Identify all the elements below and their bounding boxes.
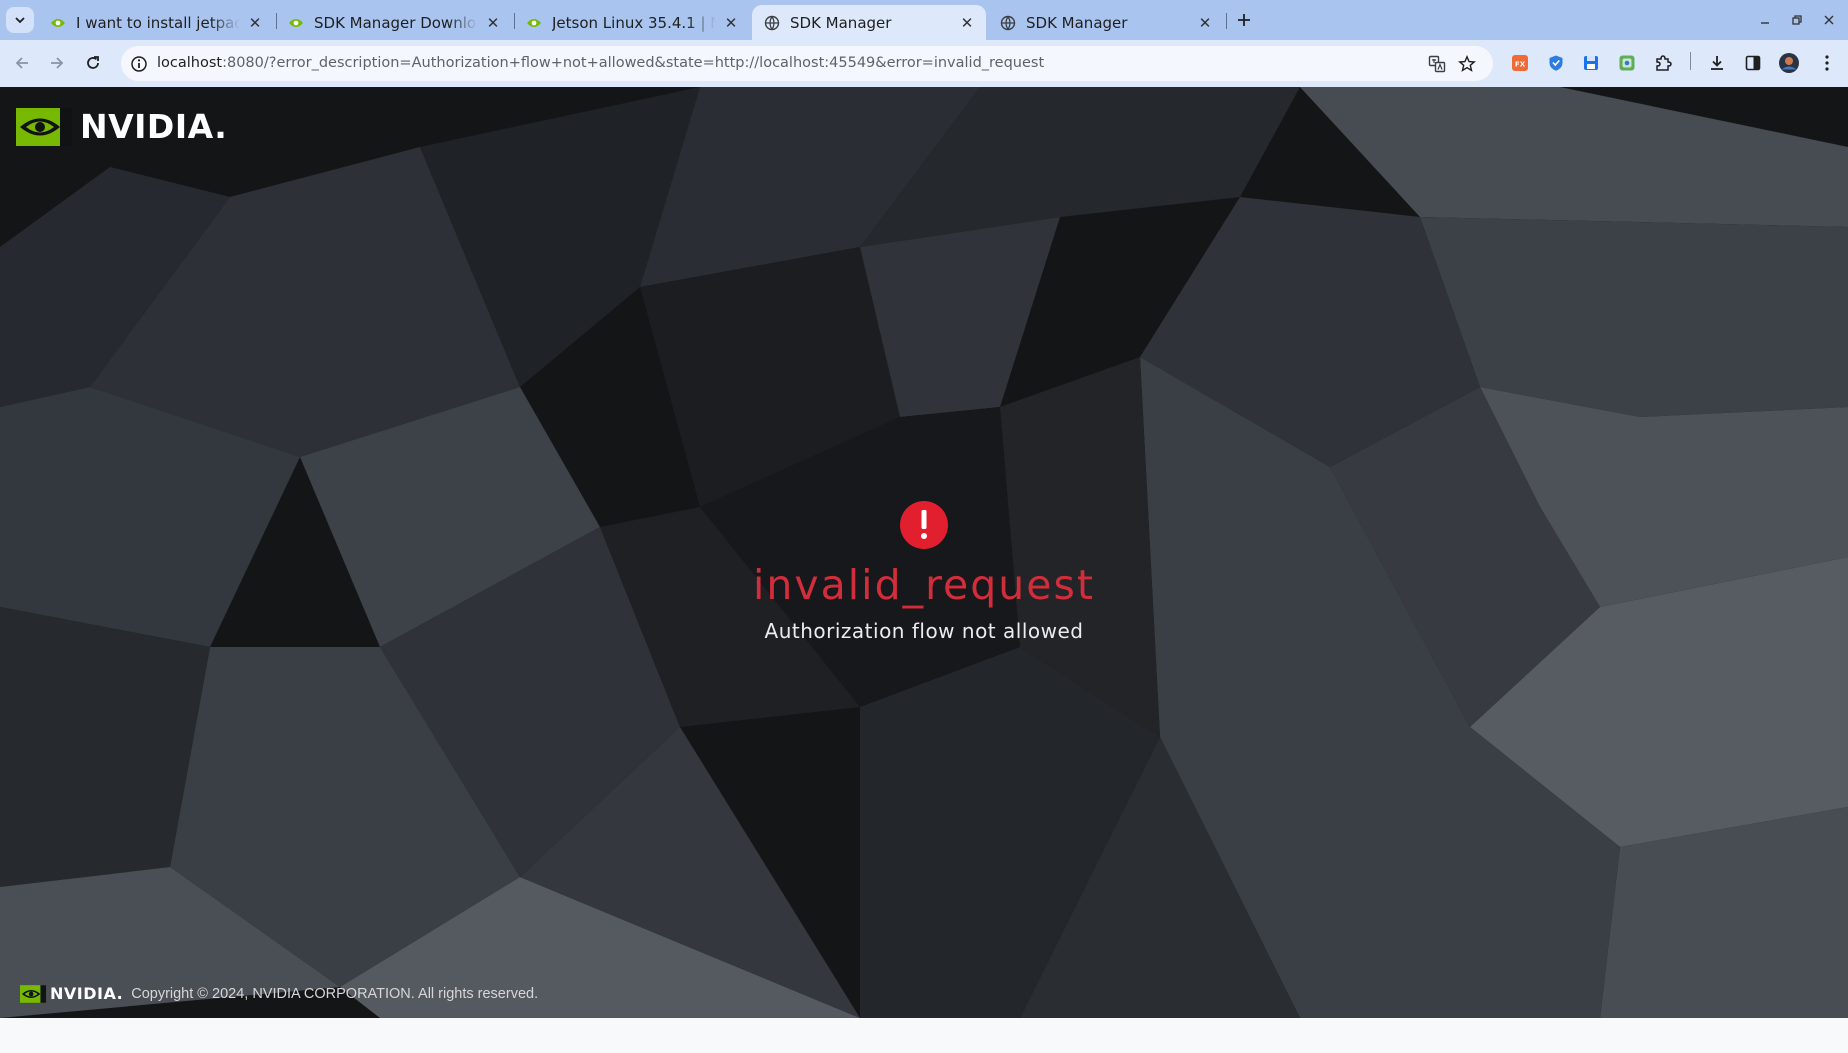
extension-green-icon[interactable] bbox=[1616, 52, 1638, 74]
shield-icon[interactable] bbox=[1545, 52, 1567, 74]
tab-3-active[interactable]: SDK Manager ✕ bbox=[752, 5, 986, 40]
restore-button[interactable] bbox=[1786, 9, 1808, 31]
url-text[interactable]: localhost:8080/?error_description=Author… bbox=[157, 46, 1044, 81]
back-button[interactable] bbox=[9, 50, 35, 76]
footer-logo-text: NVIDIA. bbox=[50, 984, 124, 1003]
url-rest: :8080/?error_description=Authorization+f… bbox=[222, 55, 1045, 71]
profile-avatar-icon[interactable] bbox=[1778, 52, 1800, 74]
download-icon[interactable] bbox=[1706, 52, 1728, 74]
tab-title: SDK Manager Download | NVIDIA Developer bbox=[314, 13, 478, 32]
error-code: invalid_request bbox=[753, 561, 1095, 609]
minimize-icon bbox=[1761, 22, 1769, 24]
nvidia-icon bbox=[288, 15, 304, 31]
svg-text:FX: FX bbox=[1515, 61, 1526, 69]
address-bar[interactable]: localhost:8080/?error_description=Author… bbox=[121, 46, 1493, 81]
tab-separator bbox=[1226, 13, 1227, 29]
floppy-save-icon[interactable] bbox=[1580, 52, 1602, 74]
url-host: localhost bbox=[157, 55, 223, 71]
error-panel: invalid_request Authorization flow not a… bbox=[0, 501, 1848, 643]
tab-4[interactable]: SDK Manager ✕ bbox=[988, 5, 1224, 40]
tab-2[interactable]: Jetson Linux 35.4.1 | NVIDIA Developer ✕ bbox=[514, 5, 750, 40]
nvidia-icon bbox=[50, 15, 66, 31]
close-icon[interactable]: ✕ bbox=[246, 14, 264, 32]
nvidia-logo-text: NVIDIA. bbox=[80, 107, 228, 146]
toolbar-separator bbox=[1690, 52, 1691, 70]
window-close-button[interactable] bbox=[1818, 9, 1840, 31]
tab-title: Jetson Linux 35.4.1 | NVIDIA Developer bbox=[552, 13, 716, 32]
kebab-menu-icon[interactable] bbox=[1816, 52, 1838, 74]
close-icon[interactable]: ✕ bbox=[722, 14, 740, 32]
plus-icon bbox=[1238, 14, 1250, 26]
minimize-button[interactable] bbox=[1754, 9, 1776, 31]
chevron-down-icon bbox=[15, 17, 25, 24]
globe-icon bbox=[1000, 15, 1016, 31]
close-icon[interactable]: ✕ bbox=[1196, 14, 1214, 32]
nvidia-eye-icon bbox=[16, 107, 72, 146]
tab-strip: I want to install jetpack 5.1 on jetson … bbox=[0, 0, 1848, 40]
tab-search-button[interactable] bbox=[6, 7, 34, 33]
new-tab-button[interactable] bbox=[1232, 8, 1256, 32]
close-icon[interactable]: ✕ bbox=[484, 14, 502, 32]
extension-fx-icon[interactable]: FX bbox=[1509, 52, 1531, 74]
forward-button[interactable] bbox=[44, 50, 70, 76]
star-bookmark-icon[interactable] bbox=[1456, 53, 1478, 75]
puzzle-extensions-icon[interactable] bbox=[1652, 52, 1674, 74]
side-panel-icon[interactable] bbox=[1742, 52, 1764, 74]
close-icon[interactable]: ✕ bbox=[958, 14, 976, 32]
tab-0[interactable]: I want to install jetpack 5.1 on jetson … bbox=[38, 5, 274, 40]
error-description: Authorization flow not allowed bbox=[764, 619, 1084, 643]
browser-toolbar: localhost:8080/?error_description=Author… bbox=[0, 40, 1848, 87]
tab-title: SDK Manager bbox=[1026, 13, 1128, 32]
reload-button[interactable] bbox=[80, 50, 106, 76]
translate-icon[interactable] bbox=[1426, 53, 1448, 75]
nvidia-logo[interactable]: NVIDIA. bbox=[16, 107, 227, 146]
reload-icon bbox=[87, 56, 99, 69]
globe-icon bbox=[764, 15, 780, 31]
arrow-right-icon bbox=[51, 57, 64, 69]
site-info-icon[interactable] bbox=[128, 53, 150, 75]
copyright-text: Copyright © 2024, NVIDIA CORPORATION. Al… bbox=[131, 985, 539, 1002]
tab-title: SDK Manager bbox=[790, 13, 892, 32]
arrow-left-icon bbox=[15, 57, 28, 69]
tab-title: I want to install jetpack 5.1 on jetson … bbox=[76, 13, 240, 32]
page-viewport: NVIDIA. invalid_request Authorization fl… bbox=[0, 87, 1848, 1018]
footer: NVIDIA. Copyright © 2024, NVIDIA CORPORA… bbox=[20, 984, 538, 1003]
nvidia-eye-icon bbox=[20, 984, 46, 1003]
exclamation-icon bbox=[900, 501, 948, 549]
tab-1[interactable]: SDK Manager Download | NVIDIA Developer … bbox=[276, 5, 512, 40]
restore-icon bbox=[1792, 15, 1802, 25]
nvidia-icon bbox=[526, 15, 542, 31]
close-icon bbox=[1824, 15, 1834, 25]
